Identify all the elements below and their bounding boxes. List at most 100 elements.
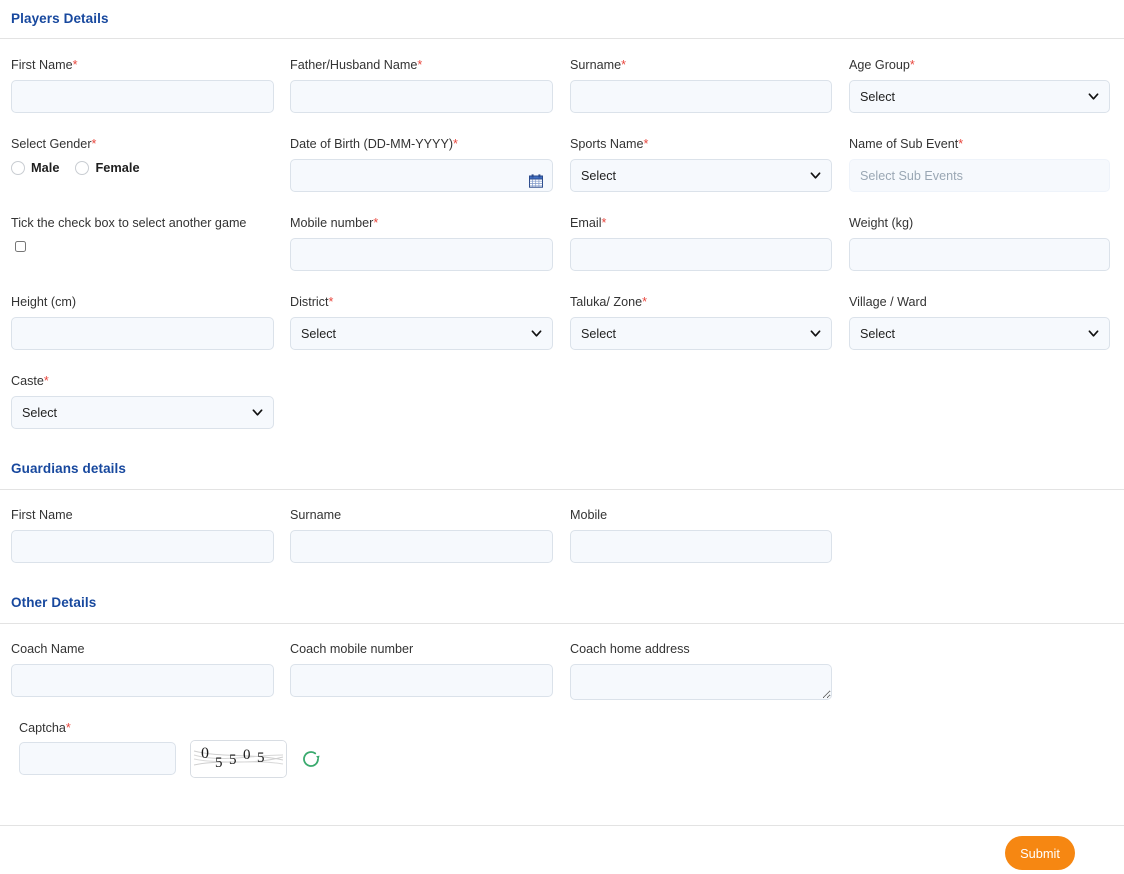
- caste-select[interactable]: Select: [11, 396, 274, 429]
- sports-name-select-wrap: Select: [570, 159, 832, 192]
- field-first-name: First Name*: [11, 57, 274, 113]
- field-father-husband-name: Father/Husband Name*: [290, 57, 553, 113]
- taluka-zone-label: Taluka/ Zone*: [570, 295, 648, 309]
- age-group-select-wrap: Select: [849, 80, 1110, 113]
- date-of-birth-wrap: [290, 159, 553, 192]
- guardians-details-heading: Guardians details: [11, 461, 126, 476]
- field-coach-name: Coach Name: [11, 641, 274, 697]
- another-game-label: Tick the check box to select another gam…: [11, 216, 247, 230]
- captcha-digit-5: 5: [257, 750, 265, 766]
- sub-event-input[interactable]: [849, 159, 1110, 192]
- captcha-input[interactable]: [19, 742, 176, 775]
- name-of-sub-event-label: Name of Sub Event*: [849, 137, 964, 151]
- submit-button[interactable]: Submit: [1005, 836, 1075, 870]
- field-weight: Weight (kg): [849, 215, 1110, 271]
- guardian-first-name-input[interactable]: [11, 530, 274, 563]
- sports-name-select[interactable]: Select: [570, 159, 832, 192]
- field-mobile-number: Mobile number*: [290, 215, 553, 271]
- field-date-of-birth: Date of Birth (DD-MM-YYYY)*: [290, 136, 553, 192]
- another-game-checkbox[interactable]: [15, 241, 26, 252]
- father-husband-name-label: Father/Husband Name*: [290, 58, 423, 72]
- select-gender-label: Select Gender*: [11, 137, 97, 151]
- height-input[interactable]: [11, 317, 274, 350]
- coach-name-input[interactable]: [11, 664, 274, 697]
- district-label: District*: [290, 295, 334, 309]
- guardian-first-name-label: First Name: [11, 508, 73, 522]
- village-ward-label: Village / Ward: [849, 295, 927, 309]
- refresh-icon[interactable]: [300, 748, 322, 770]
- weight-input[interactable]: [849, 238, 1110, 271]
- guardian-mobile-input[interactable]: [570, 530, 832, 563]
- other-section-divider: [0, 623, 1124, 624]
- footer-divider: [0, 825, 1124, 826]
- radio-male-circle[interactable]: [11, 160, 25, 175]
- field-coach-mobile-number: Coach mobile number: [290, 641, 553, 697]
- coach-mobile-number-label: Coach mobile number: [290, 642, 414, 656]
- field-guardian-surname: Surname: [290, 507, 553, 563]
- taluka-zone-select-wrap: Select: [570, 317, 832, 350]
- gender-option-female[interactable]: Female: [75, 160, 140, 175]
- date-of-birth-label: Date of Birth (DD-MM-YYYY)*: [290, 137, 458, 151]
- sports-name-label: Sports Name*: [570, 137, 649, 151]
- coach-home-address-label: Coach home address: [570, 642, 690, 656]
- caste-label: Caste*: [11, 374, 49, 388]
- district-select[interactable]: Select: [290, 317, 553, 350]
- village-ward-select-wrap: Select: [849, 317, 1110, 350]
- father-husband-name-input[interactable]: [290, 80, 553, 113]
- surname-label: Surname*: [570, 58, 627, 72]
- coach-home-address-textarea[interactable]: [570, 664, 832, 700]
- field-name-of-sub-event: Name of Sub Event*: [849, 136, 1110, 192]
- field-height: Height (cm): [11, 294, 274, 350]
- guardians-section-divider: [0, 489, 1124, 490]
- players-details-heading: Players Details: [11, 11, 109, 26]
- field-age-group: Age Group* Select: [849, 57, 1110, 113]
- field-sports-name: Sports Name* Select: [570, 136, 832, 192]
- guardian-surname-label: Surname: [290, 508, 342, 522]
- captcha-image: 0 5 5 0 5: [190, 740, 287, 778]
- captcha-digit-3: 5: [229, 752, 237, 768]
- field-district: District* Select: [290, 294, 553, 350]
- field-surname: Surname*: [570, 57, 832, 113]
- field-caste: Caste* Select: [11, 373, 274, 429]
- field-captcha: Captcha*: [19, 720, 239, 736]
- village-ward-select[interactable]: Select: [849, 317, 1110, 350]
- field-another-game: Tick the check box to select another gam…: [11, 215, 301, 255]
- first-name-label: First Name*: [11, 58, 78, 72]
- coach-mobile-number-input[interactable]: [290, 664, 553, 697]
- age-group-select[interactable]: Select: [849, 80, 1110, 113]
- coach-name-label: Coach Name: [11, 642, 85, 656]
- taluka-zone-select[interactable]: Select: [570, 317, 832, 350]
- field-guardian-first-name: First Name: [11, 507, 274, 563]
- district-select-wrap: Select: [290, 317, 553, 350]
- age-group-label: Age Group*: [849, 58, 915, 72]
- gender-female-label: Female: [95, 160, 140, 175]
- gender-radio-group: Male Female: [11, 160, 274, 175]
- first-name-input[interactable]: [11, 80, 274, 113]
- field-email: Email*: [570, 215, 832, 271]
- guardian-mobile-label: Mobile: [570, 508, 608, 522]
- captcha-digit-4: 0: [243, 747, 251, 763]
- captcha-digit-1: 0: [201, 745, 209, 762]
- height-label: Height (cm): [11, 295, 77, 309]
- field-coach-home-address: Coach home address: [570, 641, 832, 700]
- mobile-number-label: Mobile number*: [290, 216, 379, 230]
- email-input[interactable]: [570, 238, 832, 271]
- guardian-surname-input[interactable]: [290, 530, 553, 563]
- field-select-gender: Select Gender* Male Female: [11, 136, 274, 175]
- weight-label: Weight (kg): [849, 216, 914, 230]
- other-details-heading: Other Details: [11, 595, 97, 610]
- registration-form-page: Players Details First Name* Father/Husba…: [0, 0, 1124, 874]
- caste-select-wrap: Select: [11, 396, 274, 429]
- players-section-divider: [0, 38, 1124, 39]
- radio-female-circle[interactable]: [75, 160, 90, 175]
- gender-male-label: Male: [31, 160, 60, 175]
- captcha-label: Captcha*: [19, 721, 71, 735]
- gender-option-male[interactable]: Male: [11, 160, 59, 175]
- mobile-number-input[interactable]: [290, 238, 553, 271]
- email-label: Email*: [570, 216, 607, 230]
- field-guardian-mobile: Mobile: [570, 507, 832, 563]
- field-taluka-zone: Taluka/ Zone* Select: [570, 294, 832, 350]
- surname-input[interactable]: [570, 80, 832, 113]
- date-of-birth-input[interactable]: [290, 159, 553, 192]
- captcha-digit-2: 5: [215, 755, 223, 771]
